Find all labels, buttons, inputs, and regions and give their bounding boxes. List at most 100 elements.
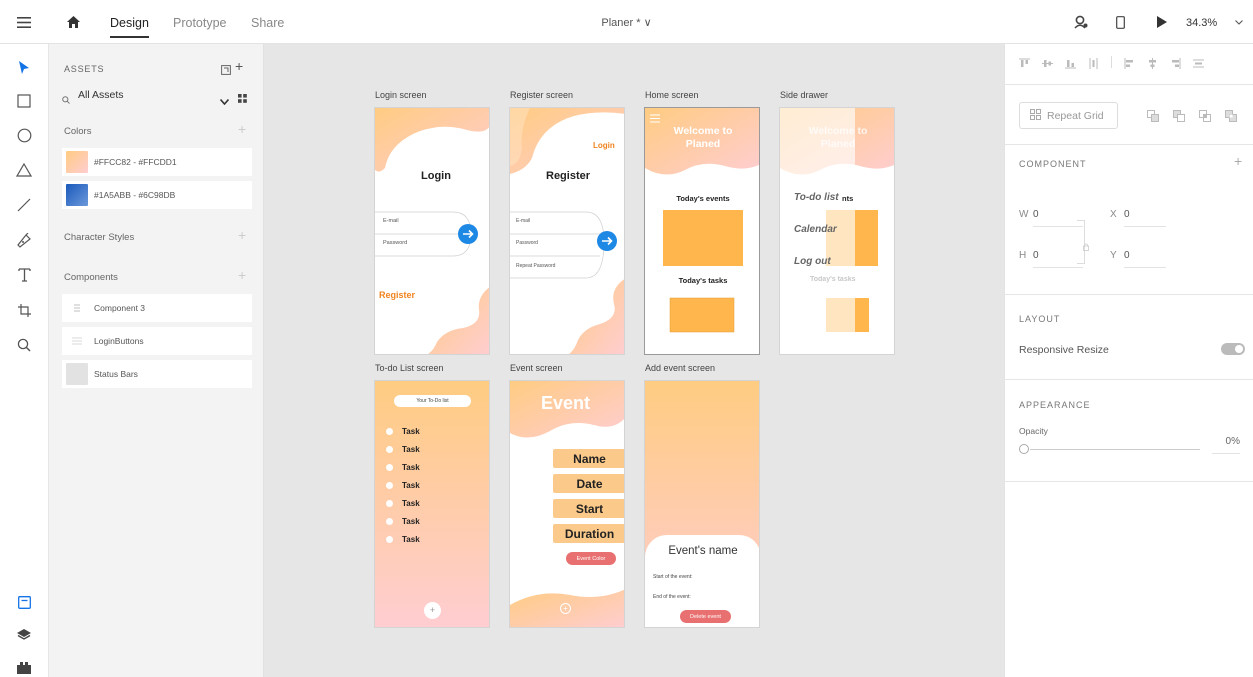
drawer-item-calendar[interactable]: Calendar [794,224,837,235]
components-section-label[interactable]: Components [64,272,118,283]
artboard-label[interactable]: Register screen [510,90,573,100]
task-checkbox[interactable] [386,428,393,435]
zoom-level[interactable]: 34.3% [1186,0,1217,44]
align-top-icon[interactable] [1019,56,1030,74]
email-field[interactable]: E-mail [383,218,399,224]
distribute-vertical-icon[interactable] [1088,56,1099,74]
align-right-icon[interactable] [1170,56,1181,74]
task-checkbox[interactable] [386,518,393,525]
color-swatch-1[interactable]: #FFCC82 - #FFCDD1 [62,148,252,176]
task-checkbox[interactable] [386,464,393,471]
user-icon[interactable] [1072,0,1090,44]
artboard-login[interactable]: Login E-mail Password Register [374,107,490,355]
artboard-label[interactable]: Home screen [645,90,699,100]
subtract-shapes-icon[interactable] [1173,109,1185,127]
chevron-down-icon[interactable] [1233,0,1245,44]
plugins-icon[interactable] [10,654,38,677]
open-library-icon[interactable] [221,62,231,80]
artboard-label[interactable]: Add event screen [645,363,715,373]
task-checkbox[interactable] [386,446,393,453]
password-field[interactable]: Password [383,240,407,246]
artboard-side-drawer[interactable]: Welcome to Planed nts Today's tasks To-d… [779,107,895,355]
artboard-home[interactable]: Welcome to Planed Today's events Today's… [644,107,760,355]
tab-design[interactable]: Design [110,0,149,44]
opacity-slider-track[interactable] [1030,449,1200,450]
align-middle-icon[interactable] [1042,56,1053,74]
pen-icon[interactable] [10,226,38,254]
artboard-register[interactable]: Login Register E-mail Password Repeat Pa… [509,107,625,355]
character-styles-label[interactable]: Character Styles [64,232,134,243]
artboard-add-event[interactable]: Event's name Start of the event: End of … [644,380,760,628]
task-checkbox[interactable] [386,536,393,543]
assets-panel-icon[interactable] [10,588,38,616]
ellipse-icon[interactable] [10,121,38,149]
artboard-label[interactable]: Side drawer [780,90,828,100]
password-field[interactable]: Password [516,240,538,246]
play-icon[interactable] [1154,0,1170,44]
height-input[interactable]: 0 [1033,250,1083,268]
component-item[interactable]: Component 3 [62,294,252,322]
canvas[interactable]: Login screen Register screen Home screen… [264,44,1004,677]
distribute-horizontal-icon[interactable] [1193,56,1204,74]
event-date-field[interactable]: Date [553,474,624,493]
delete-event-button[interactable]: Delete event [680,610,731,623]
task-item[interactable]: Task [386,499,420,508]
width-input[interactable]: 0 [1033,209,1083,227]
responsive-resize-toggle[interactable] [1221,343,1245,355]
event-name-field[interactable]: Name [553,449,624,468]
chevron-down-icon[interactable] [219,92,230,110]
repeat-grid-button[interactable]: Repeat Grid [1019,102,1118,129]
add-component-icon[interactable]: + [1234,153,1242,169]
register-link[interactable]: Register [379,290,415,300]
artboard-icon[interactable] [10,296,38,324]
align-left-icon[interactable] [1124,56,1135,74]
add-color-icon[interactable]: + [238,121,246,137]
repeat-password-field[interactable]: Repeat Password [516,263,555,269]
asset-filter[interactable]: All Assets [78,89,124,101]
add-asset-icon[interactable]: + [235,58,243,74]
device-icon[interactable] [1112,0,1128,44]
task-item[interactable]: Task [386,535,420,544]
align-center-icon[interactable] [1147,56,1158,74]
add-shapes-icon[interactable] [1147,109,1159,127]
task-item[interactable]: Task [386,445,420,454]
tab-share[interactable]: Share [251,0,284,44]
tab-prototype[interactable]: Prototype [173,0,227,44]
event-color-button[interactable]: Event Color [566,552,616,565]
hamburger-icon[interactable] [14,0,34,44]
task-item[interactable]: Task [386,481,420,490]
add-task-button[interactable]: + [424,602,441,619]
email-field[interactable]: E-mail [516,218,530,224]
task-item[interactable]: Task [386,463,420,472]
add-component-icon[interactable]: + [238,267,246,283]
exclude-shapes-icon[interactable] [1225,109,1237,127]
task-item[interactable]: Task [386,517,420,526]
opacity-slider-handle[interactable] [1019,444,1029,454]
select-icon[interactable] [10,54,38,82]
artboard-event[interactable]: Event Name Date Start Duration Event Col… [509,380,625,628]
artboard-label[interactable]: Event screen [510,363,563,373]
zoom-icon[interactable] [10,331,38,359]
artboard-todo-list[interactable]: Your To-Do list Task Task Task Task Task… [374,380,490,628]
grid-view-icon[interactable] [238,90,247,108]
artboard-label[interactable]: Login screen [375,90,427,100]
artboard-label[interactable]: To-do List screen [375,363,444,373]
rectangle-icon[interactable] [10,87,38,115]
drawer-item-logout[interactable]: Log out [794,256,831,267]
triangle-icon[interactable] [10,156,38,184]
event-start-field[interactable]: Start [553,499,624,518]
line-icon[interactable] [10,191,38,219]
lock-icon[interactable] [1083,238,1089,256]
drawer-item-todo[interactable]: To-do list [794,192,839,203]
x-input[interactable]: 0 [1124,209,1166,227]
login-link[interactable]: Login [593,141,615,150]
y-input[interactable]: 0 [1124,250,1166,268]
task-item[interactable]: Task [386,427,420,436]
text-icon[interactable] [10,261,38,289]
add-event-button[interactable]: + [560,603,571,614]
add-character-style-icon[interactable]: + [238,227,246,243]
home-icon[interactable] [64,0,82,44]
opacity-input[interactable]: 0% [1212,436,1240,454]
component-item[interactable]: LoginButtons [62,327,252,355]
task-checkbox[interactable] [386,482,393,489]
